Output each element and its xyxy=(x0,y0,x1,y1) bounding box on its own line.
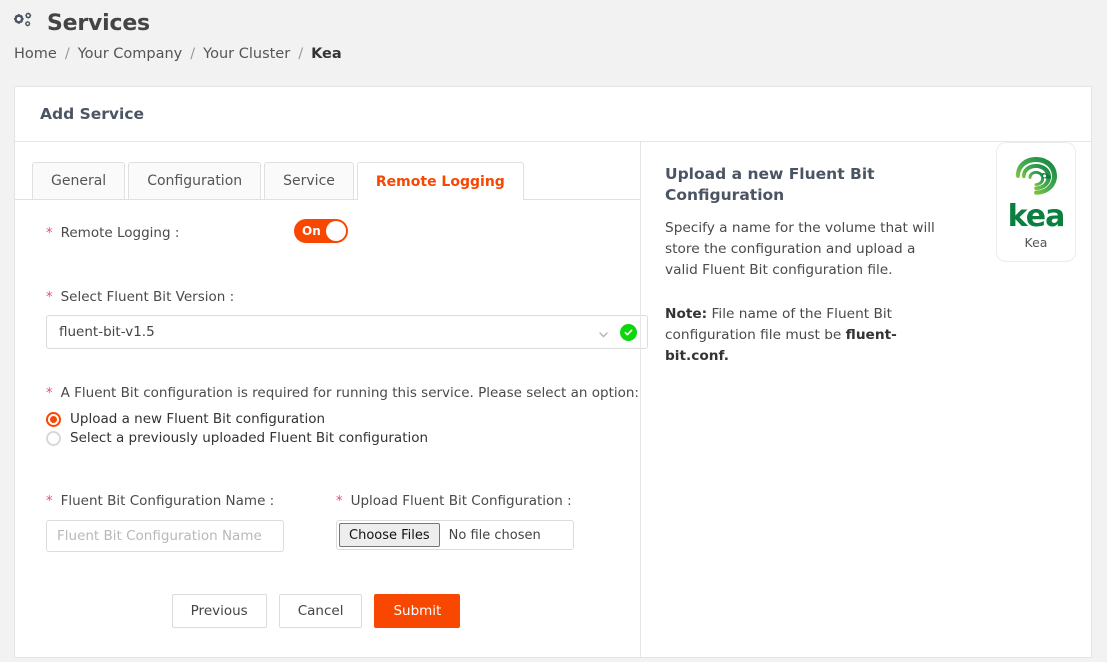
file-chosen-status: No file chosen xyxy=(448,527,541,543)
chevron-down-icon[interactable] xyxy=(597,326,610,339)
required-marker: * xyxy=(46,386,53,401)
valid-check-icon xyxy=(620,323,637,341)
breadcrumb-separator: / xyxy=(190,46,196,62)
tab-general[interactable]: General xyxy=(32,162,126,199)
form-column: General Configuration Service Remote Log… xyxy=(15,142,648,658)
radio-option-select-existing[interactable]: Select a previously uploaded Fluent Bit … xyxy=(46,430,640,446)
fluent-bit-version-label-row: * Select Fluent Bit Version : xyxy=(15,286,640,305)
info-note: Note: File name of the Fluent Bit config… xyxy=(665,304,940,368)
config-name-input[interactable] xyxy=(46,520,284,552)
required-marker: * xyxy=(46,225,53,241)
radio-option-upload-new[interactable]: Upload a new Fluent Bit configuration xyxy=(46,411,640,427)
required-marker: * xyxy=(46,290,53,305)
breadcrumb-item-kea: Kea xyxy=(311,46,342,62)
config-name-label-row: * Fluent Bit Configuration Name : xyxy=(46,490,336,509)
info-note-label: Note: xyxy=(665,305,708,322)
info-body: Specify a name for the volume that will … xyxy=(665,219,935,279)
kea-logo-card: kea Kea xyxy=(996,142,1076,262)
config-option-label: A Fluent Bit configuration is required f… xyxy=(60,385,639,401)
breadcrumb-item-your-company[interactable]: Your Company xyxy=(78,46,183,62)
name-and-upload-row: * Fluent Bit Configuration Name : * Uplo… xyxy=(15,490,640,552)
kea-logo-caption: Kea xyxy=(1024,235,1048,250)
card-body: General Configuration Service Remote Log… xyxy=(15,142,1091,658)
radio-upload-new-indicator[interactable] xyxy=(46,411,61,427)
remote-logging-toggle-state: On xyxy=(302,224,321,238)
tab-configuration[interactable]: Configuration xyxy=(128,162,262,199)
breadcrumb-separator: / xyxy=(64,46,70,62)
toggle-knob xyxy=(326,221,346,241)
config-option-label-row: * A Fluent Bit configuration is required… xyxy=(15,382,640,401)
radio-select-existing-indicator[interactable] xyxy=(46,430,61,446)
tab-remote-logging-label: Remote Logging xyxy=(375,173,505,190)
upload-label: Upload Fluent Bit Configuration : xyxy=(350,493,572,509)
breadcrumb-separator: / xyxy=(298,46,304,62)
required-marker: * xyxy=(336,494,343,509)
kea-bird-icon xyxy=(1013,155,1059,201)
submit-button[interactable]: Submit xyxy=(374,594,461,628)
cancel-button[interactable]: Cancel xyxy=(278,594,363,628)
required-marker: * xyxy=(46,494,53,509)
upload-field-group: * Upload Fluent Bit Configuration : Choo… xyxy=(336,490,626,552)
remote-logging-toggle[interactable]: On xyxy=(294,219,348,243)
add-service-card: Add Service General Configuration Servic… xyxy=(14,86,1092,658)
previous-button[interactable]: Previous xyxy=(171,594,267,628)
upload-label-row: * Upload Fluent Bit Configuration : xyxy=(336,490,626,509)
card-title: Add Service xyxy=(40,105,145,123)
form-actions: Previous Cancel Submit xyxy=(15,594,640,628)
tab-general-label: General xyxy=(51,173,107,189)
kea-wordmark: kea xyxy=(1007,199,1066,234)
page-title: Services xyxy=(47,10,150,36)
breadcrumb-item-your-cluster[interactable]: Your Cluster xyxy=(203,46,290,62)
choose-files-button[interactable]: Choose Files xyxy=(339,523,440,547)
card-header: Add Service xyxy=(15,87,1091,142)
cogs-icon xyxy=(14,11,38,35)
tab-bar: General Configuration Service Remote Log… xyxy=(15,162,640,200)
config-option-radio-group: Upload a new Fluent Bit configuration Se… xyxy=(15,411,640,446)
tab-remote-logging[interactable]: Remote Logging xyxy=(356,162,524,200)
breadcrumb: Home / Your Company / Your Cluster / Kea xyxy=(0,38,1107,72)
page-header: Services xyxy=(0,0,1107,38)
info-title: Upload a new Fluent Bit Configuration xyxy=(665,165,875,204)
fluent-bit-version-value: fluent-bit-v1.5 xyxy=(59,324,155,340)
config-name-label: Fluent Bit Configuration Name : xyxy=(60,493,275,509)
info-column: Upload a new Fluent Bit Configuration Sp… xyxy=(640,142,1091,658)
tab-service-label: Service xyxy=(283,173,335,189)
file-upload-input[interactable]: Choose Files No file chosen xyxy=(336,520,574,550)
fluent-bit-version-label: Select Fluent Bit Version : xyxy=(60,289,235,305)
config-name-field-group: * Fluent Bit Configuration Name : xyxy=(46,490,336,552)
remote-logging-label: Remote Logging : xyxy=(60,224,180,241)
remote-logging-row: * Remote Logging : On xyxy=(15,200,640,243)
breadcrumb-item-home[interactable]: Home xyxy=(14,46,57,62)
tab-configuration-label: Configuration xyxy=(147,173,243,189)
radio-select-existing-label: Select a previously uploaded Fluent Bit … xyxy=(70,430,429,446)
tab-service[interactable]: Service xyxy=(264,162,354,199)
fluent-bit-version-select[interactable]: fluent-bit-v1.5 xyxy=(46,315,648,349)
remote-logging-label-wrap: * Remote Logging : xyxy=(46,222,294,241)
radio-upload-new-label: Upload a new Fluent Bit configuration xyxy=(70,411,326,427)
